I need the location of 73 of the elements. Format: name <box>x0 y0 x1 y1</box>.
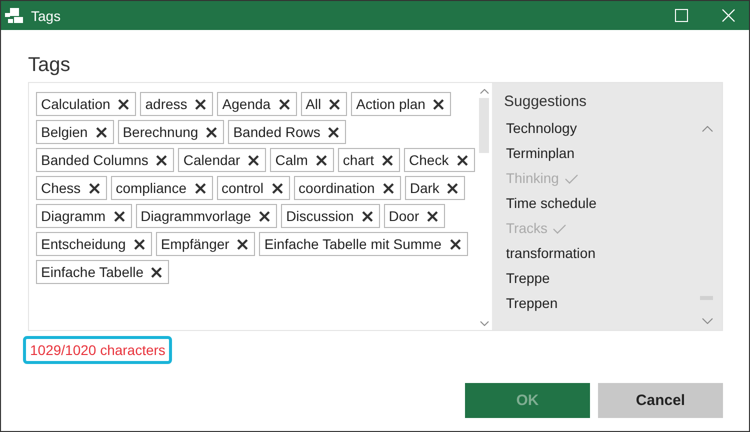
tag-label: Berechnung <box>122 124 198 140</box>
remove-icon[interactable] <box>316 154 327 166</box>
remove-icon[interactable] <box>382 182 394 194</box>
scroll-up-icon[interactable] <box>480 89 488 94</box>
scroll-thumb[interactable] <box>479 98 489 153</box>
remove-icon[interactable] <box>151 266 162 278</box>
tag-label: Agenda <box>222 96 271 112</box>
scroll-down-icon[interactable] <box>480 321 488 326</box>
remove-icon[interactable] <box>156 154 168 166</box>
tag-label: Calm <box>275 152 308 168</box>
tag-label: Diagrammvorlage <box>140 208 252 224</box>
check-icon <box>564 174 578 184</box>
remove-icon[interactable] <box>259 210 270 222</box>
remove-icon[interactable] <box>450 238 460 250</box>
tag-label: Banded Rows <box>233 124 320 140</box>
tag-label: compliance <box>116 180 187 196</box>
tag-label: Belgien <box>41 124 88 140</box>
maximize-icon[interactable] <box>675 9 688 22</box>
remove-icon[interactable] <box>206 126 218 138</box>
suggestion-item[interactable]: Technology <box>504 116 700 141</box>
remove-icon[interactable] <box>237 238 248 250</box>
tag-label: Diagramm <box>41 208 106 224</box>
remove-icon[interactable] <box>96 126 107 138</box>
scroll-down-icon[interactable] <box>702 318 712 324</box>
remove-icon[interactable] <box>118 98 130 110</box>
suggestion-item[interactable]: transformation <box>504 241 700 266</box>
tag-label: Calendar <box>183 152 240 168</box>
remove-icon[interactable] <box>362 210 373 222</box>
suggestion-item[interactable]: Time schedule <box>504 191 700 216</box>
close-icon[interactable] <box>722 9 735 22</box>
remove-icon[interactable] <box>328 126 340 138</box>
tag-label: All <box>306 96 322 112</box>
tag-label: Check <box>409 152 449 168</box>
tag-label: Door <box>388 208 420 224</box>
remove-icon[interactable] <box>194 182 206 194</box>
suggestions-title: Suggestions <box>504 93 588 110</box>
remove-icon[interactable] <box>447 182 458 194</box>
check-icon <box>553 224 566 234</box>
tag-label: Empfänger <box>160 236 230 252</box>
tag-label: control <box>222 180 264 196</box>
suggestion-item[interactable]: Terminplan <box>504 141 700 166</box>
remove-icon[interactable] <box>382 154 394 166</box>
app-icon <box>5 8 23 24</box>
remove-icon[interactable] <box>427 210 438 222</box>
window-title: Tags <box>31 8 61 24</box>
remove-icon[interactable] <box>248 154 260 166</box>
tag-label: Banded Columns <box>41 152 148 168</box>
tag-label: Chess <box>41 180 81 196</box>
suggestion-item[interactable]: Treppe <box>504 266 700 291</box>
character-counter: 1029/1020 characters <box>23 336 172 364</box>
tag-label: Entscheidung <box>41 236 126 252</box>
tag-label: adress <box>145 96 188 112</box>
remove-icon[interactable] <box>272 182 283 194</box>
suggestion-item[interactable]: Treppen <box>504 291 700 316</box>
remove-icon[interactable] <box>88 182 100 194</box>
tag-label: coordination <box>298 180 375 196</box>
tag-label: Action plan <box>356 96 426 112</box>
remove-icon[interactable] <box>433 98 444 110</box>
remove-icon[interactable] <box>278 98 290 110</box>
tag-label: Calculation <box>41 96 110 112</box>
tag-label: Discussion <box>286 208 354 224</box>
cancel-button[interactable]: Cancel <box>598 383 723 418</box>
remove-icon[interactable] <box>456 154 468 166</box>
remove-icon[interactable] <box>114 210 125 222</box>
scroll-up-icon[interactable] <box>702 126 712 132</box>
tag-label: Einfache Tabelle mit Summe <box>264 236 442 252</box>
remove-icon[interactable] <box>195 98 206 110</box>
remove-icon[interactable] <box>329 98 340 110</box>
dialog-heading: Tags <box>28 53 72 78</box>
remove-icon[interactable] <box>134 238 145 250</box>
tag-label: Dark <box>410 180 440 196</box>
tag-label: chart <box>342 152 374 168</box>
tag-label: Einfache Tabelle <box>41 264 144 280</box>
